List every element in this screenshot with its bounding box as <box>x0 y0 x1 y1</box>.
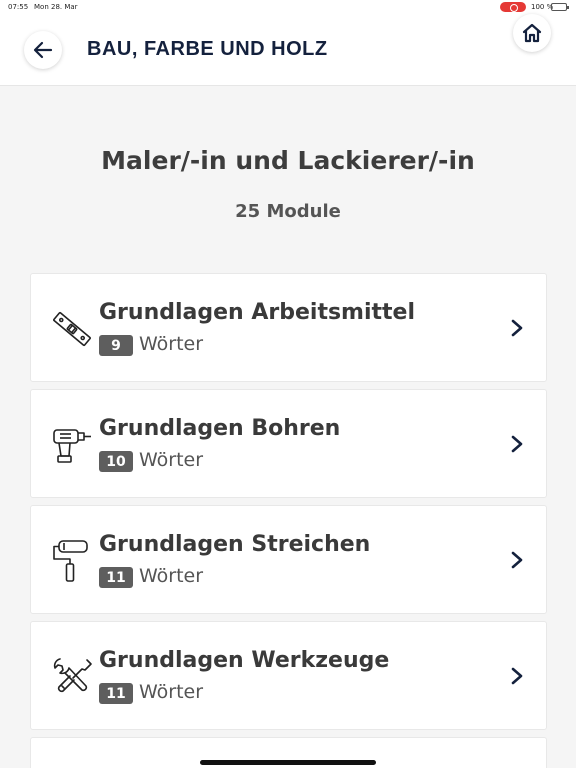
chevron-right-icon <box>511 435 523 453</box>
home-icon <box>522 23 542 43</box>
module-title: Grundlagen Werkzeuge <box>99 648 390 673</box>
module-card-streichen[interactable]: Grundlagen Streichen 11 Wörter <box>30 505 547 614</box>
word-count-label: Wörter <box>139 449 204 471</box>
word-count-badge: 11 <box>99 567 133 588</box>
home-indicator[interactable] <box>200 760 376 765</box>
paint-roller-icon <box>53 540 88 582</box>
status-bar: 07:55 Mon 28. Mar 100 % <box>0 0 576 14</box>
word-count-label: Wörter <box>139 333 204 355</box>
word-count-badge: 10 <box>99 451 133 472</box>
module-card-werkzeuge[interactable]: Grundlagen Werkzeuge 11 Wörter <box>30 621 547 730</box>
word-count-badge: 11 <box>99 683 133 704</box>
word-count-badge: 9 <box>99 335 133 356</box>
status-time: 07:55 <box>8 3 29 11</box>
app-header: BAU, FARBE UND HOLZ <box>0 14 576 86</box>
chevron-right-icon <box>511 319 523 337</box>
back-button[interactable] <box>24 31 62 69</box>
chevron-right-icon <box>511 551 523 569</box>
screen-recording-icon <box>500 2 526 12</box>
module-title: Grundlagen Bohren <box>99 416 341 441</box>
module-title: Grundlagen Streichen <box>99 532 371 557</box>
arrow-left-icon <box>33 41 53 59</box>
module-count: 25 Module <box>235 201 341 222</box>
tools-icon <box>53 658 92 693</box>
status-date: Mon 28. Mar <box>34 3 78 11</box>
battery-percentage: 100 % <box>531 3 554 11</box>
header-title: BAU, FARBE UND HOLZ <box>87 38 328 60</box>
word-count-label: Wörter <box>139 681 204 703</box>
word-count-label: Wörter <box>139 565 204 587</box>
battery-icon <box>551 3 569 11</box>
module-title: Grundlagen Arbeitsmittel <box>99 300 416 325</box>
spirit-level-icon <box>53 311 91 347</box>
page-title: Maler/-in und Lackierer/-in <box>101 146 475 175</box>
home-button[interactable] <box>513 14 551 52</box>
module-card-arbeitsmittel[interactable]: Grundlagen Arbeitsmittel 9 Wörter <box>30 273 547 382</box>
chevron-right-icon <box>511 667 523 685</box>
drill-icon <box>53 429 91 463</box>
module-card-bohren[interactable]: Grundlagen Bohren 10 Wörter <box>30 389 547 498</box>
